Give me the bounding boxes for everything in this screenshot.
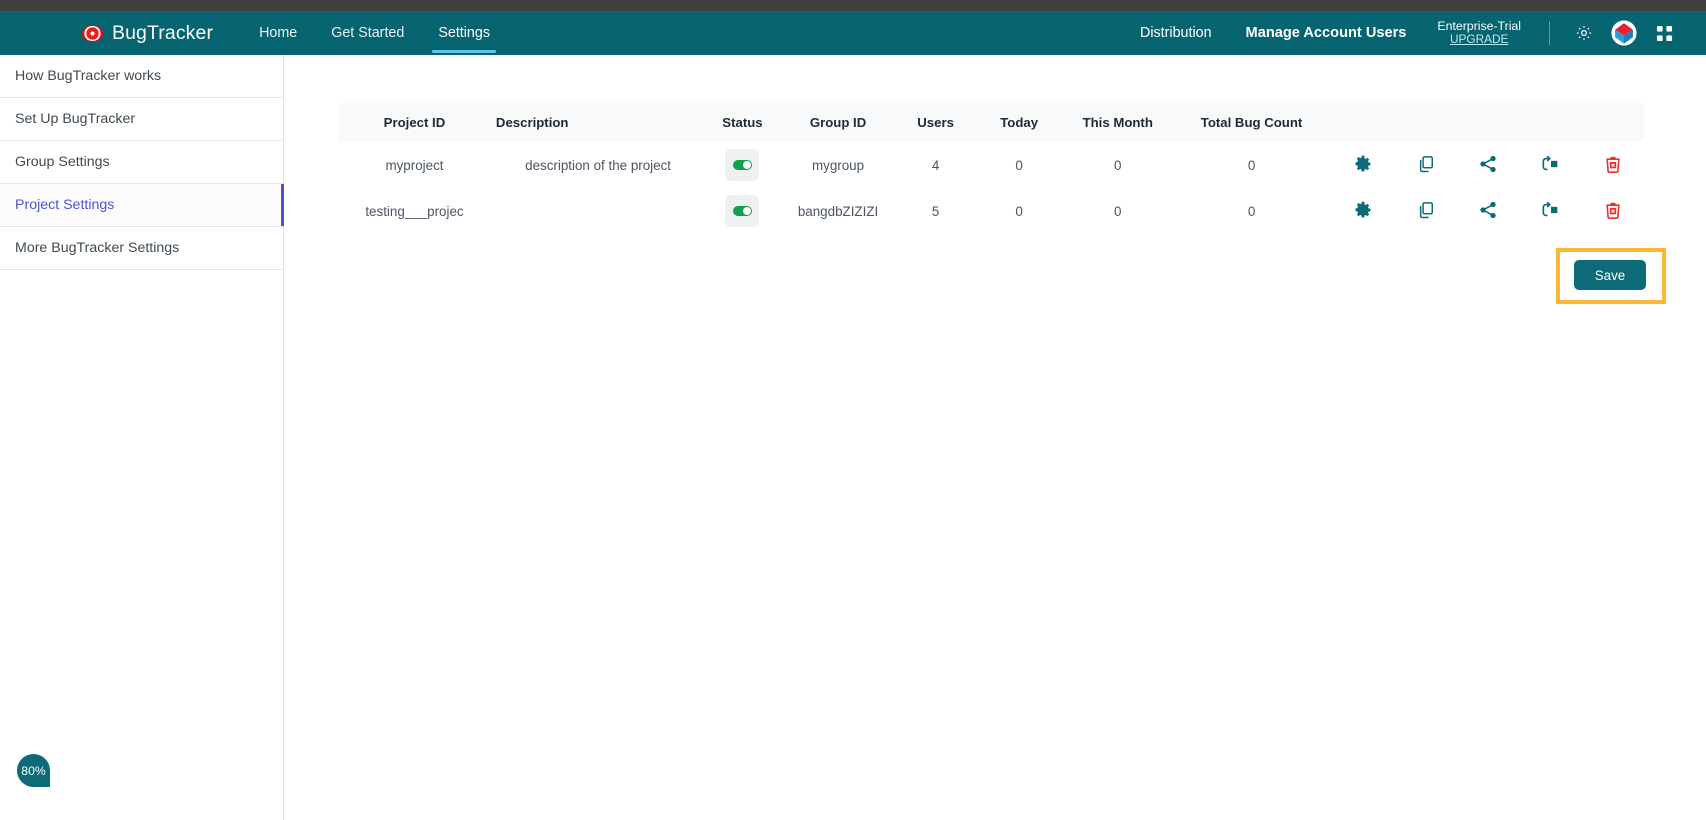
cell-group-id: bangdbZIZIZI — [797, 203, 879, 219]
status-toggle[interactable] — [725, 195, 760, 227]
toggle-track — [732, 160, 752, 170]
col-action-5 — [1582, 103, 1644, 142]
brand-name: BugTracker — [112, 21, 214, 44]
col-total-bug-count: Total Bug Count — [1200, 115, 1303, 130]
col-today: Today — [1000, 115, 1039, 130]
col-status: Status — [722, 115, 763, 130]
col-action-4 — [1519, 103, 1581, 142]
table-header-row: Project ID Description Status Group ID U… — [339, 103, 1644, 142]
app-header: BugTracker Home Get Started Settings Dis… — [0, 11, 1706, 55]
progress-badge[interactable]: 80% — [17, 754, 50, 787]
table-row: testing___projec bangdbZIZIZI 5 0 0 0 — [339, 188, 1644, 234]
status-toggle[interactable] — [725, 149, 760, 181]
col-group-id: Group ID — [809, 115, 867, 130]
col-action-3 — [1457, 103, 1519, 142]
cell-total-bug-count: 0 — [1247, 157, 1256, 173]
cell-users: 4 — [931, 157, 940, 173]
sidebar-item-group-settings[interactable]: Group Settings — [0, 141, 283, 184]
col-project-id: Project ID — [383, 115, 446, 130]
cell-this-month: 0 — [1114, 203, 1122, 219]
nav-item-get-started[interactable]: Get Started — [314, 11, 421, 55]
projects-table: Project ID Description Status Group ID U… — [339, 103, 1644, 234]
bug-eye-logo-icon — [82, 24, 103, 42]
cell-description: description of the project — [525, 157, 672, 173]
toggle-knob — [742, 161, 751, 169]
primary-nav: Home Get Started Settings — [242, 11, 507, 55]
toggle-knob — [742, 207, 751, 215]
gear-icon[interactable] — [1569, 18, 1599, 48]
col-this-month: This Month — [1082, 115, 1153, 130]
cell-project-id: testing___projec — [365, 203, 464, 219]
settings-sidebar: How BugTracker works Set Up BugTracker G… — [0, 55, 284, 820]
copy-icon[interactable] — [1415, 153, 1437, 175]
share-icon[interactable] — [1477, 153, 1499, 175]
nav-item-home[interactable]: Home — [242, 11, 314, 55]
brand[interactable]: BugTracker — [82, 22, 213, 45]
header-right: Distribution Manage Account Users Enterp… — [1123, 11, 1706, 55]
delete-trash-icon[interactable] — [1602, 199, 1624, 221]
cell-status — [706, 188, 778, 234]
col-action-2 — [1394, 103, 1456, 142]
cell-today: 0 — [1015, 157, 1023, 173]
cell-users: 5 — [931, 203, 940, 219]
header-link-manage-account-users[interactable]: Manage Account Users — [1229, 25, 1424, 41]
nav-item-settings[interactable]: Settings — [421, 11, 507, 55]
table-row: myproject description of the project myg… — [339, 142, 1644, 188]
sidebar-item-project-settings[interactable]: Project Settings — [0, 184, 284, 227]
sidebar-item-set-up-bugtracker[interactable]: Set Up BugTracker — [0, 98, 283, 141]
apps-grid-icon[interactable] — [1649, 18, 1679, 48]
app-root: BugTracker Home Get Started Settings Dis… — [0, 0, 1706, 820]
cell-project-id: myproject — [385, 157, 444, 173]
col-users: Users — [917, 115, 954, 130]
header-divider — [1549, 21, 1550, 45]
cell-total-bug-count: 0 — [1247, 203, 1256, 219]
col-action-1 — [1332, 103, 1394, 142]
sidebar-item-how-bugtracker-works[interactable]: How BugTracker works — [0, 55, 283, 98]
trial-label: Enterprise-Trial — [1437, 19, 1521, 34]
cell-group-id: mygroup — [811, 157, 865, 173]
restore-icon[interactable] — [1539, 153, 1561, 175]
cell-this-month: 0 — [1114, 157, 1122, 173]
window-top-strip — [0, 0, 1706, 11]
restore-icon[interactable] — [1539, 199, 1561, 221]
settings-gear-icon[interactable] — [1352, 153, 1374, 175]
cell-status — [706, 142, 778, 188]
copy-icon[interactable] — [1415, 199, 1437, 221]
main-content: Project ID Description Status Group ID U… — [284, 55, 1706, 820]
delete-trash-icon[interactable] — [1602, 153, 1624, 175]
bangdb-diamond-logo-icon[interactable] — [1609, 18, 1639, 48]
share-icon[interactable] — [1477, 199, 1499, 221]
upgrade-link[interactable]: UPGRADE — [1450, 33, 1508, 47]
header-link-distribution[interactable]: Distribution — [1123, 25, 1229, 41]
cell-today: 0 — [1015, 203, 1023, 219]
settings-gear-icon[interactable] — [1352, 199, 1374, 221]
save-button[interactable]: Save — [1574, 260, 1646, 290]
cell-description — [490, 188, 706, 234]
sidebar-item-more-bugtracker-settings[interactable]: More BugTracker Settings — [0, 227, 283, 270]
trial-status[interactable]: Enterprise-Trial UPGRADE — [1423, 19, 1535, 47]
col-description: Description — [495, 115, 569, 130]
projects-table-wrap: Project ID Description Status Group ID U… — [339, 103, 1644, 234]
toggle-track — [732, 206, 752, 216]
